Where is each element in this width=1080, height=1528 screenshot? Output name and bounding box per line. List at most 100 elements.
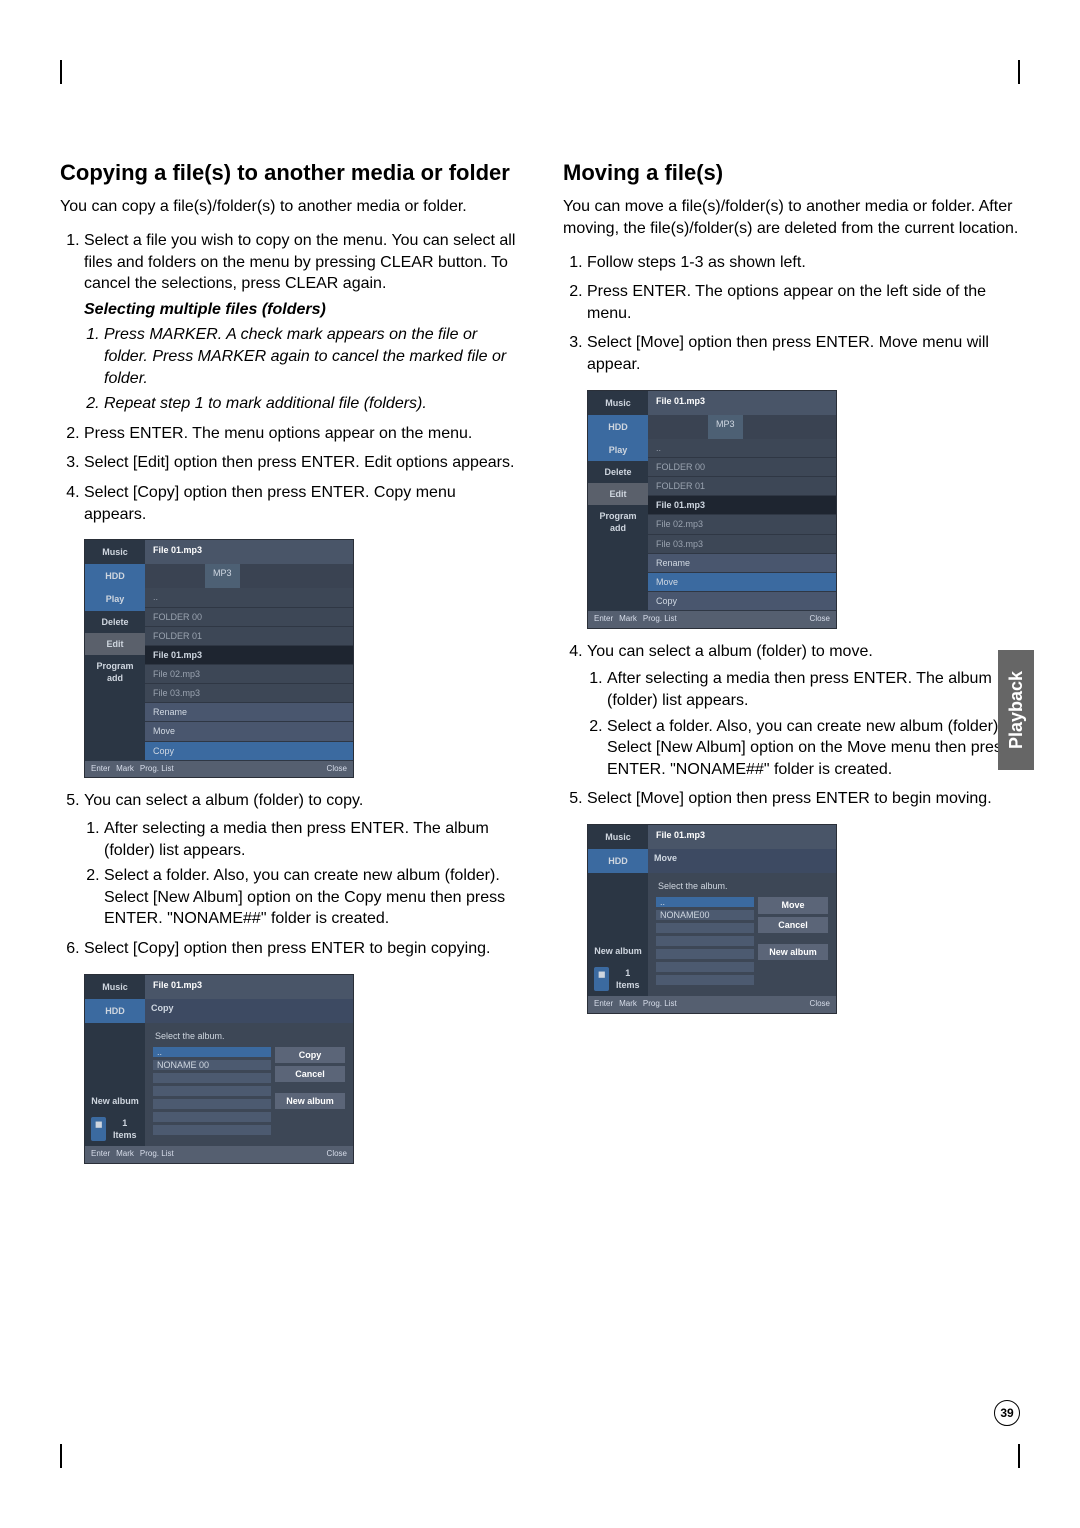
ui4-btn-new: New album [758,944,828,960]
ui-foot-prog: Prog. List [140,764,174,775]
ui2-row-empty1 [153,1073,271,1083]
ui4-foot-prog: Prog. List [643,999,677,1010]
marker-step-1: Press MARKER. A check mark appears on th… [104,324,517,389]
copy-step-5b: Select a folder. Also, you can create ne… [104,865,517,930]
ui3-ctx-copy: Copy [648,592,836,611]
ui3-foot-enter: Enter [594,614,613,625]
copy-step-6: Select [Copy] option then press ENTER to… [84,938,517,960]
move-step-2: Press ENTER. The options appear on the l… [587,281,1020,324]
ui2-row-noname: NONAME 00 [153,1060,271,1070]
section-tab-playback: Playback [998,650,1034,770]
copy-step-5: You can select a album (folder) to copy.… [84,790,517,930]
ui2-btn-cancel: Cancel [275,1066,345,1082]
heading-copy: Copying a file(s) to another media or fo… [60,160,517,186]
ui-side-play: Play [85,588,145,610]
ui-row-file2: File 02.mp3 [145,665,353,684]
ui-side-edit: Edit [85,633,145,655]
ui4-foot-close: Close [810,999,830,1010]
ui3-file-header: File 01.mp3 [648,391,836,415]
move-step-4a: After selecting a media then press ENTER… [607,668,1020,711]
copy-step-2: Press ENTER. The menu options appear on … [84,423,517,445]
ui3-foot-close: Close [810,614,830,625]
ui4-file-header: File 01.mp3 [648,825,836,849]
ui2-caption: Select the album. [149,1027,349,1045]
ui3-row-file3: File 03.mp3 [648,535,836,554]
move-step-1: Follow steps 1-3 as shown left. [587,252,1020,274]
cropmark-tr [1018,60,1020,84]
ui2-foot-prog: Prog. List [140,1149,174,1160]
heading-move: Moving a file(s) [563,160,1020,186]
copy-steps-cont: You can select a album (folder) to copy.… [60,790,517,959]
ui2-foot-enter: Enter [91,1149,110,1160]
ui4-row-empty2 [656,936,754,946]
ui3-music-label: Music [588,391,648,415]
screenshot-copy-album-select: Music File 01.mp3 HDD Copy New album ◼1 … [84,974,354,1164]
ui-row-up: .. [145,588,353,607]
move-step-5: Select [Move] option then press ENTER to… [587,788,1020,810]
ui-side-delete: Delete [85,611,145,633]
copy-step-1: Select a file you wish to copy on the me… [84,230,517,415]
screenshot-move-edit-menu: Music File 01.mp3 HDD MP3 Play Delete Ed… [587,390,837,629]
square-icon: ◼ [594,967,609,991]
ui3-row-file2: File 02.mp3 [648,515,836,534]
ui2-row-empty5 [153,1125,271,1135]
ui2-row-up: .. [153,1047,271,1057]
ui-row-folder01: FOLDER 01 [145,627,353,646]
ui-ctx-move: Move [145,722,353,741]
move-step-4-text: You can select a album (folder) to move. [587,643,873,660]
ui-row-file1: File 01.mp3 [145,646,353,665]
copy-step-5-sub: After selecting a media then press ENTER… [84,818,517,930]
ui4-side-new: New album [588,940,648,962]
copy-step-3: Select [Edit] option then press ENTER. E… [84,452,517,474]
ui4-hdd-label: HDD [588,849,648,873]
ui4-items: 1 Items [613,967,642,991]
copy-step-4: Select [Copy] option then press ENTER. C… [84,482,517,525]
ui2-btn-new: New album [275,1093,345,1109]
ui4-foot-mark: Mark [619,999,637,1010]
ui-hdd-label: HDD [85,564,145,588]
ui4-btn-cancel: Cancel [758,917,828,933]
page-body: Copying a file(s) to another media or fo… [60,160,1020,1176]
ui-row-file3: File 03.mp3 [145,684,353,703]
ui3-foot-mark: Mark [619,614,637,625]
subheading-select-multiple: Selecting multiple files (folders) [84,299,517,321]
ui3-row-file1: File 01.mp3 [648,496,836,515]
square-icon: ◼ [91,1117,106,1141]
marker-step-2: Repeat step 1 to mark additional file (f… [104,393,517,415]
ui-ctx-copy: Copy [145,742,353,761]
ui4-row-noname: NONAME00 [656,910,754,920]
screenshot-move-album-select: Music File 01.mp3 HDD Move New album ◼1 … [587,824,837,1014]
cropmark-tl [60,60,62,84]
copy-steps: Select a file you wish to copy on the me… [60,230,517,525]
ui2-btn-copy: Copy [275,1047,345,1063]
ui-row-folder00: FOLDER 00 [145,608,353,627]
ui3-side-program: Program add [588,505,648,539]
ui2-title: Copy [145,999,353,1023]
ui4-row-empty5 [656,975,754,985]
ui3-row-folder00: FOLDER 00 [648,458,836,477]
ui4-btn-move: Move [758,897,828,913]
ui2-foot-mark: Mark [116,1149,134,1160]
left-column: Copying a file(s) to another media or fo… [60,160,517,1176]
ui3-row-up: .. [648,439,836,458]
ui3-side-play: Play [588,439,648,461]
ui2-hdd-label: HDD [85,999,145,1023]
ui3-row-folder01: FOLDER 01 [648,477,836,496]
right-column: Moving a file(s) You can move a file(s)/… [563,160,1020,1176]
copy-step-5-text: You can select a album (folder) to copy. [84,792,363,809]
ui-foot-mark: Mark [116,764,134,775]
ui3-side-delete: Delete [588,461,648,483]
ui2-side-new: New album [85,1090,145,1112]
cropmark-bl [60,1444,62,1468]
intro-move: You can move a file(s)/folder(s) to anot… [563,196,1020,239]
copy-step-5a: After selecting a media then press ENTER… [104,818,517,861]
ui2-row-empty4 [153,1112,271,1122]
ui-ctx-rename: Rename [145,703,353,722]
ui2-row-empty3 [153,1099,271,1109]
ui4-music-label: Music [588,825,648,849]
copy-step-1-text: Select a file you wish to copy on the me… [84,232,515,292]
ui3-mp3-label: MP3 [708,415,743,439]
move-step-4b: Select a folder. Also, you can create ne… [607,716,1020,781]
marker-steps: Press MARKER. A check mark appears on th… [84,324,517,414]
ui4-title: Move [648,849,836,873]
